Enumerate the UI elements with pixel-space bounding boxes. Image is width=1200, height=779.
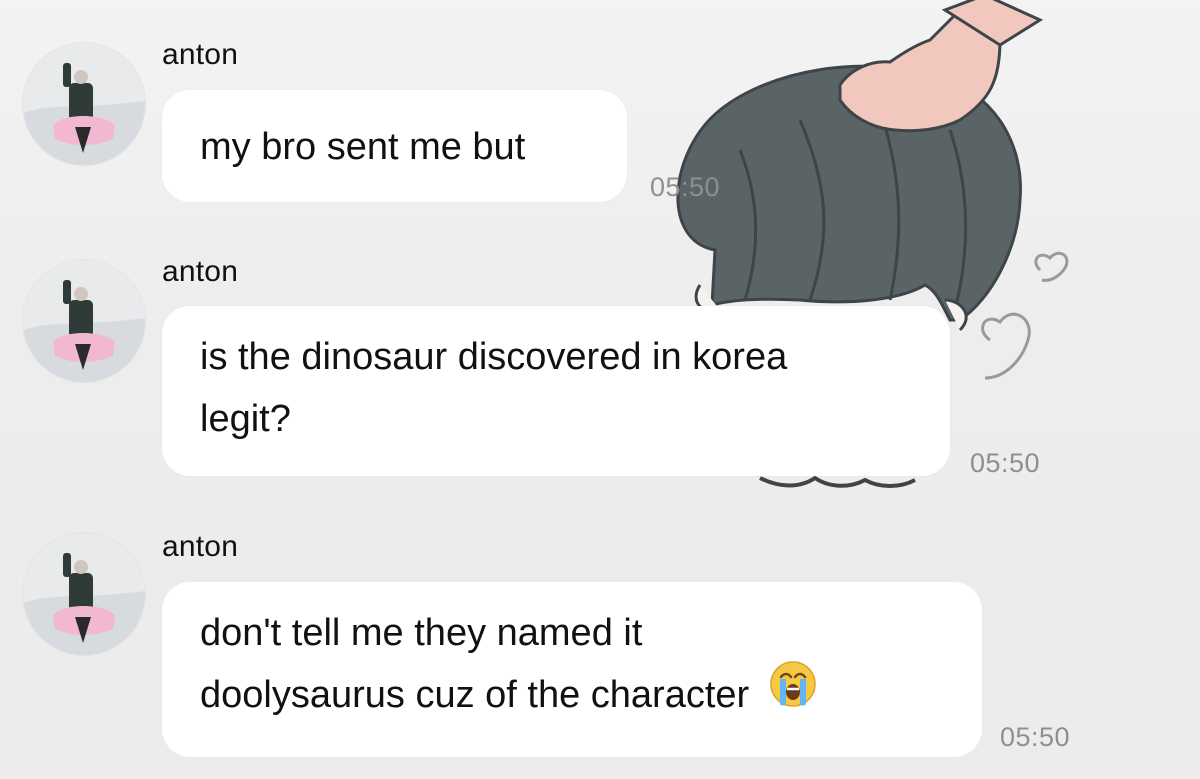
sender-name: anton	[162, 530, 239, 563]
chat-view[interactable]: anton my bro sent me but 05:50 anton is …	[0, 0, 1200, 779]
message-bubble[interactable]: is the dinosaur discovered in korea legi…	[162, 306, 950, 476]
message-text-line: don't tell me they named it	[200, 612, 643, 654]
snowmobile-avatar-icon[interactable]	[22, 42, 146, 166]
message-timestamp: 05:50	[650, 172, 721, 202]
message-text-line: legit?	[200, 398, 291, 440]
sender-name: anton	[162, 38, 239, 71]
message-bubble[interactable]: don't tell me they named it doolysaurus …	[162, 582, 982, 757]
message-text-line: is the dinosaur discovered in korea	[200, 336, 788, 378]
message-timestamp: 05:50	[970, 448, 1041, 478]
message-bubble[interactable]: my bro sent me but	[162, 90, 627, 202]
snowmobile-avatar-icon[interactable]	[22, 259, 146, 383]
message-text-line: my bro sent me but	[200, 126, 526, 168]
loudly-crying-face-icon	[768, 659, 818, 728]
message-timestamp: 05:50	[1000, 722, 1071, 752]
snowmobile-avatar-icon[interactable]	[22, 532, 146, 656]
sender-name: anton	[162, 255, 239, 288]
message-text-line: doolysaurus cuz of the character	[200, 674, 750, 716]
